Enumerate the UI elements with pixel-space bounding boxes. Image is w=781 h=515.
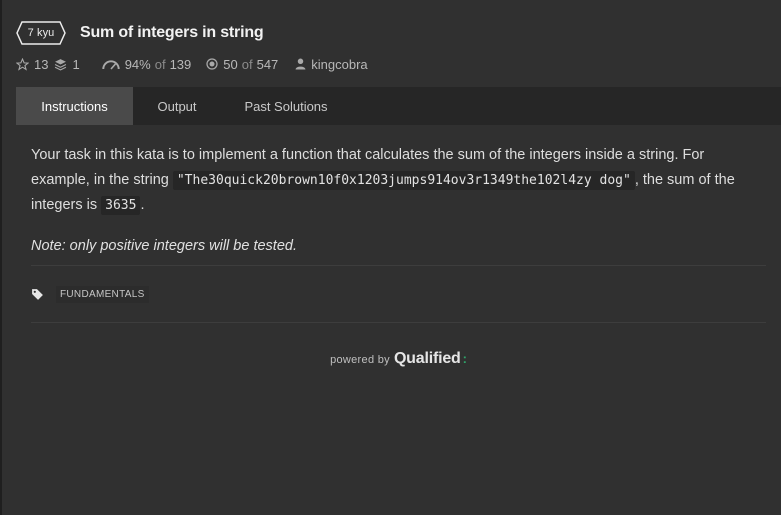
title-row: 7 kyu Sum of integers in string bbox=[16, 20, 781, 46]
kata-tabs: Instructions Output Past Solutions bbox=[16, 87, 781, 125]
tags-divider bbox=[31, 322, 766, 323]
kata-title[interactable]: Sum of integers in string bbox=[80, 24, 264, 42]
collections-count: 1 bbox=[72, 56, 80, 72]
target-icon bbox=[206, 58, 218, 70]
description-period: . bbox=[140, 197, 145, 213]
description-note: Note: only positive integers will be tes… bbox=[31, 238, 297, 254]
rank-label: 7 kyu bbox=[27, 27, 55, 39]
result-code: 3635 bbox=[101, 196, 141, 215]
user-icon bbox=[295, 58, 306, 70]
description-divider bbox=[31, 265, 766, 266]
qualified-logo-text: Qualified bbox=[393, 350, 461, 367]
satisfaction-rating: 94% bbox=[124, 56, 151, 72]
tag-icon bbox=[31, 288, 44, 301]
stars-count: 13 bbox=[34, 56, 49, 72]
satisfaction-votes: 139 bbox=[169, 56, 192, 72]
satisfaction-stat: 94% of 139 bbox=[102, 56, 192, 72]
author-name: kingcobra bbox=[311, 56, 368, 72]
kata-tags: FUNDAMENTALS bbox=[31, 284, 149, 304]
tab-past-solutions[interactable]: Past Solutions bbox=[221, 87, 351, 125]
author-stat[interactable]: kingcobra bbox=[295, 56, 368, 72]
completed-count: 50 bbox=[223, 56, 238, 72]
kata-header: 7 kyu Sum of integers in string 13 1 94%… bbox=[16, 20, 781, 72]
rank-badge: 7 kyu bbox=[16, 21, 66, 45]
layers-icon bbox=[55, 58, 67, 71]
kata-page: 7 kyu Sum of integers in string 13 1 94%… bbox=[0, 0, 781, 515]
tab-output[interactable]: Output bbox=[133, 87, 221, 125]
tab-instructions[interactable]: Instructions bbox=[16, 87, 133, 125]
left-edge-border bbox=[0, 0, 2, 515]
collections-stat[interactable]: 1 bbox=[54, 56, 80, 72]
satisfaction-of: of bbox=[154, 56, 166, 72]
completed-total: 547 bbox=[256, 56, 279, 72]
description-paragraph: Your task in this kata is to implement a… bbox=[31, 143, 766, 218]
speedometer-icon bbox=[102, 59, 120, 70]
example-string-code: "The30quick20brown10f0x1203jumps914ov3r1… bbox=[172, 171, 635, 190]
powered-by-label: powered by bbox=[330, 354, 390, 366]
stars-stat[interactable]: 13 bbox=[16, 57, 48, 72]
qualified-logo-mark: : bbox=[462, 351, 467, 366]
tag-fundamentals[interactable]: FUNDAMENTALS bbox=[56, 285, 149, 303]
kata-stats: 13 1 94% of 139 50 of 547 kingcobra bbox=[16, 56, 781, 72]
star-icon bbox=[16, 57, 29, 71]
kata-description: Your task in this kata is to implement a… bbox=[31, 143, 766, 259]
completed-stat: 50 of 547 bbox=[206, 57, 278, 72]
completed-of: of bbox=[241, 56, 253, 72]
powered-by-qualified[interactable]: powered by Qualified : bbox=[16, 350, 781, 368]
